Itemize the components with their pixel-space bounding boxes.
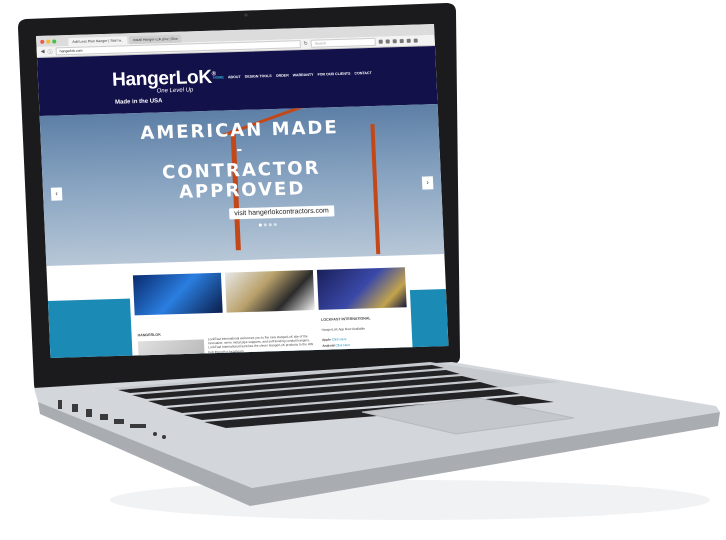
browser-window: Add Less Plan Hanger | Start w.. Install… xyxy=(36,24,449,359)
fiber-optics-image[interactable] xyxy=(132,272,223,316)
slider-next-arrow-icon[interactable]: › xyxy=(421,176,434,190)
main-navigation: HOME ABOUT DESIGN TOOLS ORDER WARRANTY F… xyxy=(213,71,372,80)
minimize-window-icon[interactable] xyxy=(46,39,51,44)
close-window-icon[interactable] xyxy=(40,39,45,44)
slider-dot-1[interactable] xyxy=(258,223,262,227)
nav-contact[interactable]: CONTACT xyxy=(354,71,371,76)
hangerlok-section-heading: HANGERLOK xyxy=(137,332,161,338)
android-label: Android xyxy=(322,343,335,348)
nav-home[interactable]: HOME xyxy=(213,75,224,79)
nav-design-tools[interactable]: DESIGN TOOLS xyxy=(245,74,272,79)
apple-label: Apple xyxy=(321,337,331,342)
nav-about[interactable]: ABOUT xyxy=(228,75,241,79)
maximize-window-icon[interactable] xyxy=(52,38,57,44)
apple-click-here-link[interactable]: Click Here xyxy=(332,337,347,341)
lockfast-section-heading: LOCKFAST INTERNATIONAL xyxy=(321,316,371,322)
browser-tab-2[interactable]: Install Hanger-Lok pinz | Bon xyxy=(128,34,182,45)
reload-icon[interactable]: ↻ xyxy=(303,41,307,47)
extension-icon[interactable] xyxy=(406,38,411,43)
feature-thumbnails xyxy=(129,263,411,319)
slider-dot-4[interactable] xyxy=(273,223,277,227)
brand-name: HangerLoK xyxy=(111,66,213,91)
contractors-link-button[interactable]: visit hangerlokcontractors.com xyxy=(229,205,335,220)
info-icon[interactable]: ⓘ xyxy=(47,48,52,55)
bookmark-icon[interactable] xyxy=(378,39,383,44)
slider-prev-arrow-icon[interactable]: ‹ xyxy=(50,187,63,201)
back-arrow-icon[interactable]: ◀ xyxy=(41,49,45,55)
search-input[interactable]: Search xyxy=(310,37,376,48)
floor-reflection xyxy=(110,480,710,520)
menu-icon[interactable] xyxy=(413,38,418,43)
contractors-meeting-image[interactable] xyxy=(224,270,315,313)
reading-list-icon[interactable] xyxy=(385,39,390,44)
window-controls xyxy=(40,38,57,44)
android-download-row: Android Click Here xyxy=(322,341,408,348)
brand-tagline: One Level Up xyxy=(156,87,194,95)
slider-dots xyxy=(258,223,277,227)
nav-order[interactable]: ORDER xyxy=(276,73,289,77)
home-icon[interactable] xyxy=(399,38,404,44)
content-panel: HANGERLOK LockFast International welcome… xyxy=(128,263,414,359)
toolbar-icons xyxy=(378,38,418,44)
slider-dot-3[interactable] xyxy=(268,223,272,227)
download-icon[interactable] xyxy=(392,39,397,44)
slider-dot-2[interactable] xyxy=(263,223,267,227)
server-room-image[interactable] xyxy=(316,267,407,310)
app-available-text: HangerLoK App Now Available xyxy=(321,326,366,332)
android-click-here-link[interactable]: Click Here xyxy=(335,343,350,347)
hero-slider: AMERICAN MADE - CONTRACTOR APPROVED visi… xyxy=(39,104,445,266)
laptop-scene: Add Less Plan Hanger | Start w.. Install… xyxy=(0,0,726,540)
camera-icon xyxy=(244,13,248,17)
made-in-usa-label: Made in the USA xyxy=(114,98,163,106)
nav-for-our-clients[interactable]: FOR OUR CLIENTS xyxy=(317,72,350,77)
nav-warranty[interactable]: WARRANTY xyxy=(293,73,314,78)
